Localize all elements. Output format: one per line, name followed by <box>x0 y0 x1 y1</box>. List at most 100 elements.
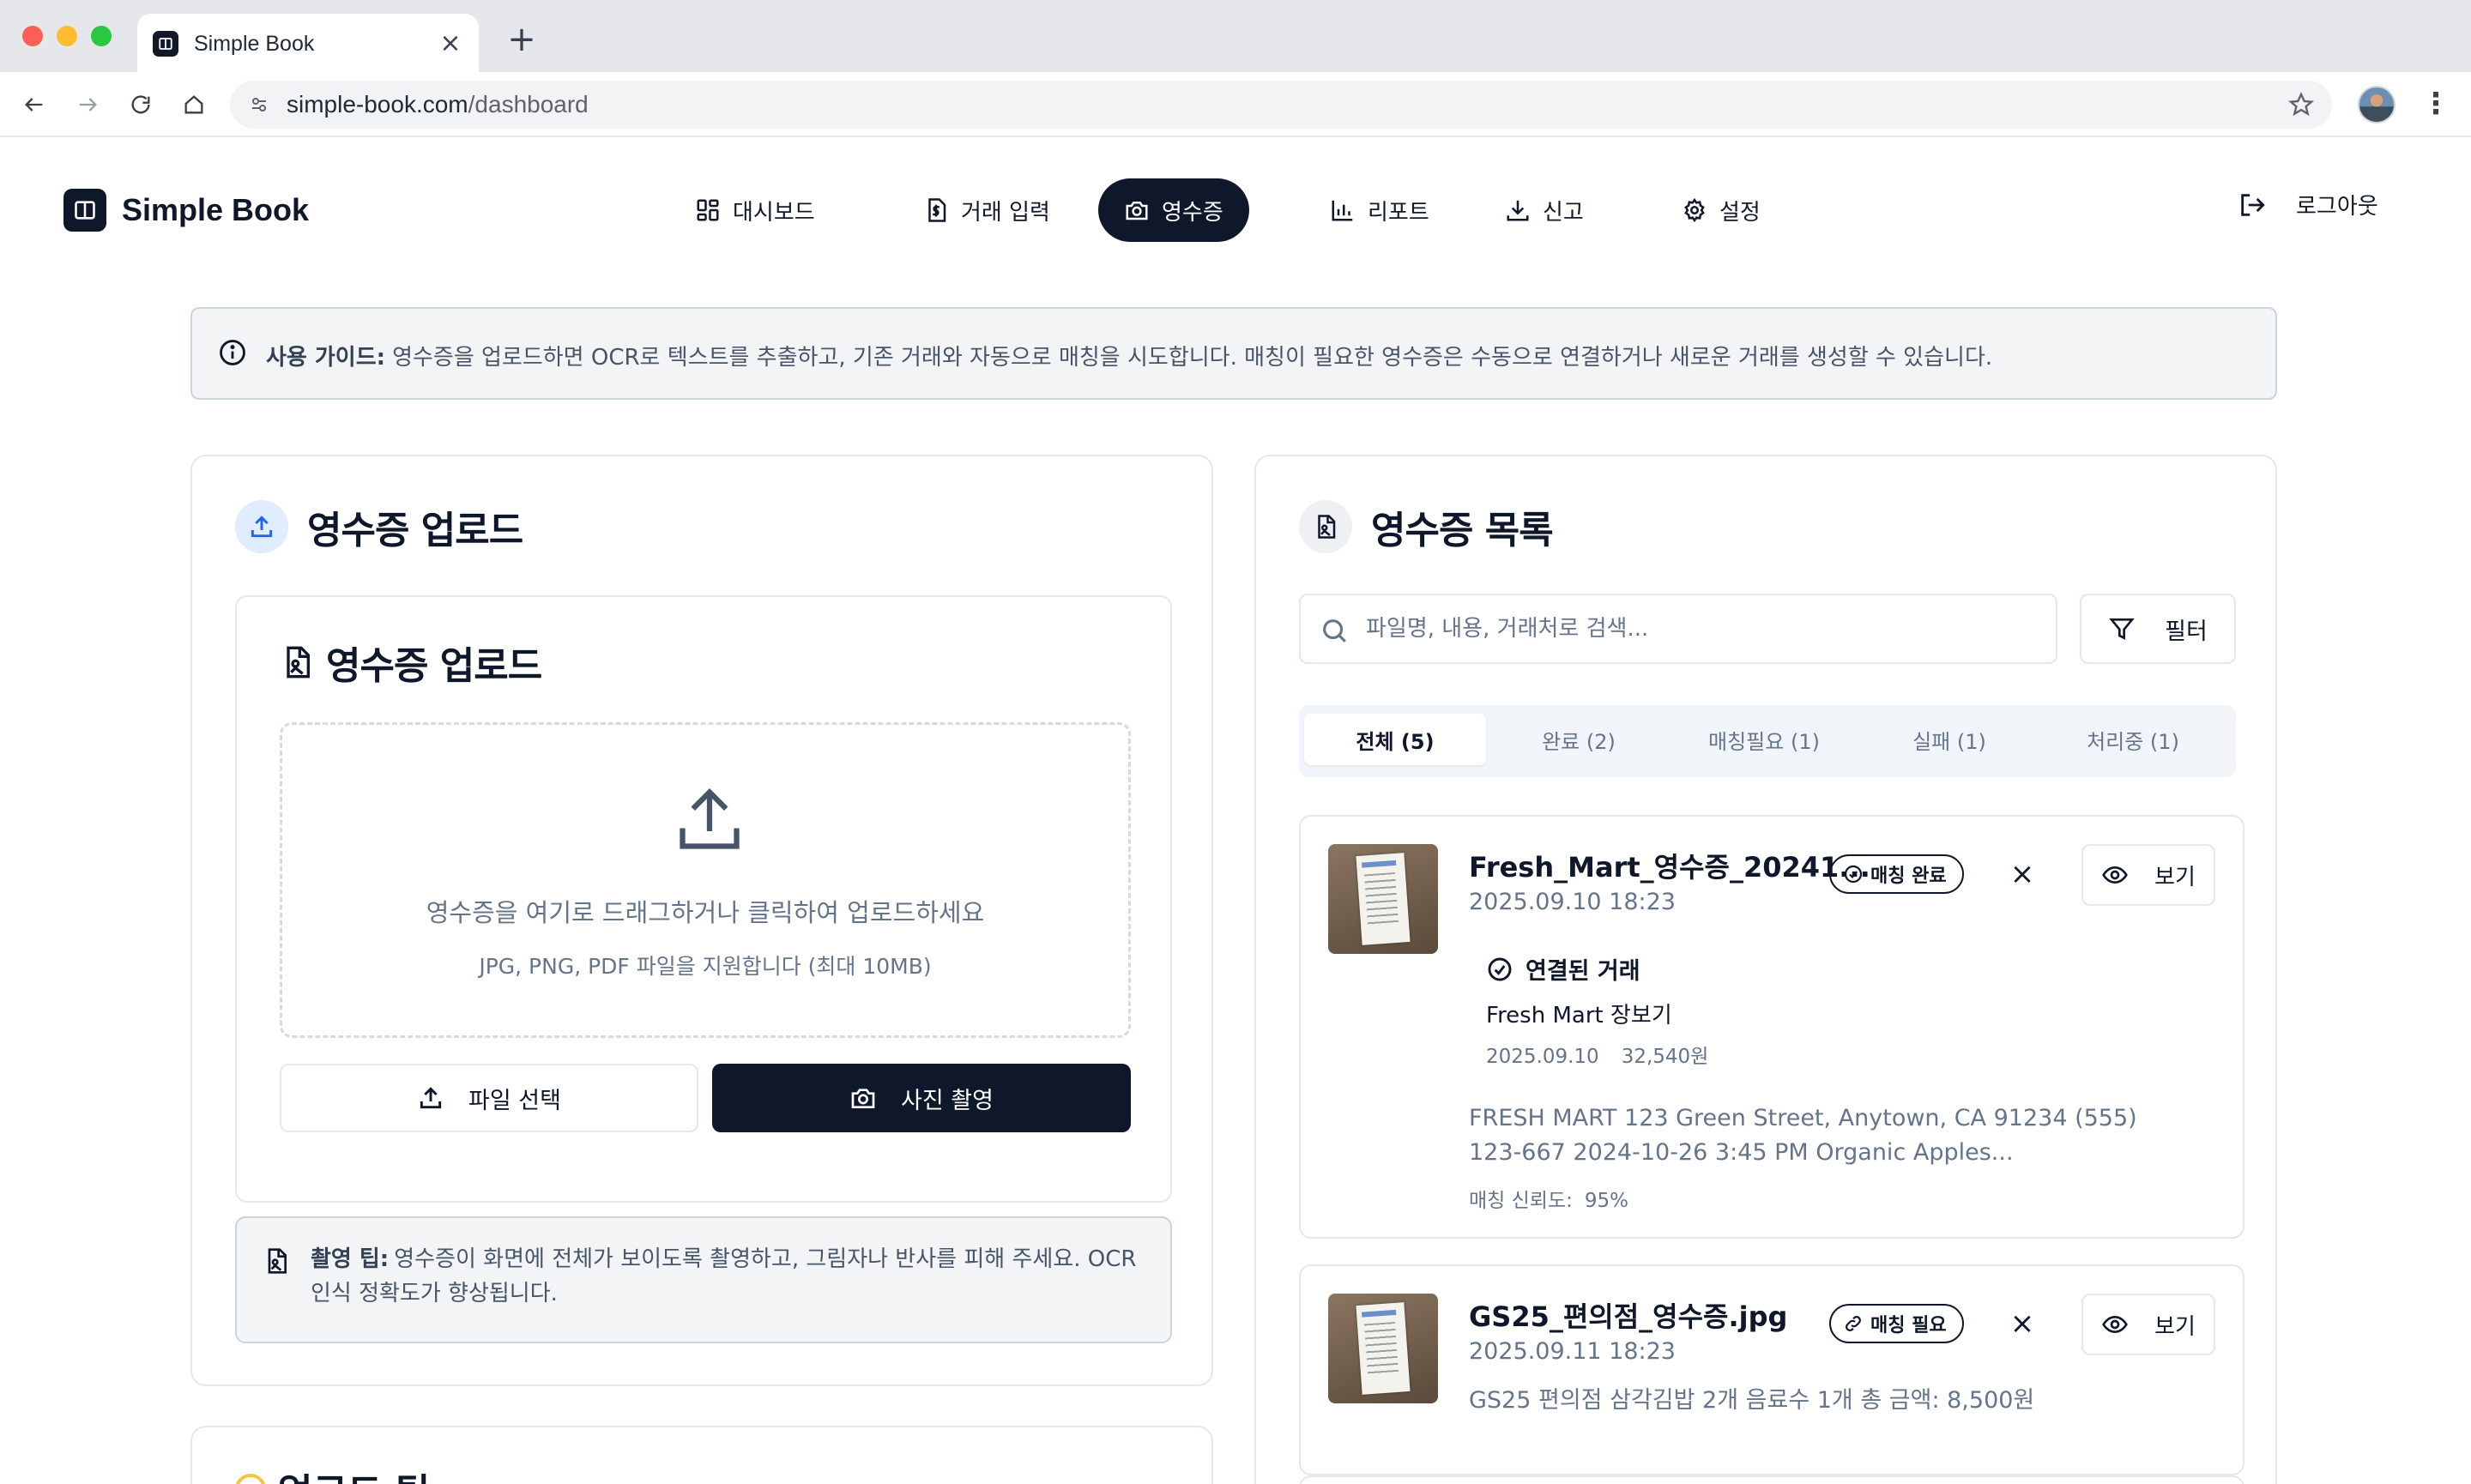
tab-failed[interactable]: 실패 (1) <box>1858 714 2040 765</box>
receipt-upload-card: 영수증 업로드 영수증 업로드 영수증을 여기로 드래그하거나 클릭하여 업로드… <box>190 455 1213 1386</box>
camera-icon <box>851 1089 875 1108</box>
search-icon <box>1323 619 1346 642</box>
photo-tip-body: 영수증이 화면에 전체가 보이도록 촬영하고, 그림자나 반사를 피해 주세요.… <box>311 1246 1137 1306</box>
confidence-value: 95% <box>1584 1190 1628 1212</box>
upload-tips-header: 업로드 팁 <box>235 1462 430 1484</box>
confidence-label: 매칭 신뢰도: <box>1469 1190 1573 1212</box>
url-text: simple-book.com/dashboard <box>287 91 589 118</box>
bar-chart-icon <box>1332 200 1353 221</box>
lightbulb-icon <box>235 1474 266 1484</box>
photo-tip-label: 촬영 팁: <box>311 1246 390 1272</box>
nav-report-label: 리포트 <box>1368 199 1429 226</box>
linked-transaction-meta: 2025.09.10 32,540원 <box>1486 1040 1915 1069</box>
view-button[interactable]: 보기 <box>2081 844 2215 906</box>
upload-panel-header: 영수증 업로드 <box>280 635 542 690</box>
window-maximize-button[interactable] <box>91 26 112 46</box>
logout-button[interactable]: 로그아웃 <box>2238 189 2378 220</box>
home-icon[interactable] <box>178 89 209 120</box>
address-bar[interactable]: simple-book.com/dashboard <box>230 81 2332 129</box>
forward-arrow-icon[interactable] <box>72 89 103 120</box>
receipt-item[interactable] <box>1299 1475 2244 1484</box>
photo-tip-text: 촬영 팁: 영수증이 화면에 전체가 보이도록 촬영하고, 그림자나 반사를 피해… <box>311 1242 1151 1311</box>
status-badge-label: 매칭 필요 <box>1870 1315 1947 1336</box>
nav-dashboard-label: 대시보드 <box>733 199 815 226</box>
nav-transaction-label: 거래 입력 <box>961 199 1050 226</box>
upload-arrow-icon <box>680 788 740 849</box>
download-icon <box>1507 200 1529 221</box>
site-info-icon[interactable] <box>249 94 269 115</box>
logout-icon <box>2241 193 2265 216</box>
nav-settings[interactable]: 설정 <box>1656 178 1786 242</box>
nav-receipts-label: 영수증 <box>1162 199 1223 226</box>
profile-avatar[interactable] <box>2358 86 2395 124</box>
search-input[interactable] <box>1366 609 2035 648</box>
info-icon <box>220 340 245 365</box>
receipt-item[interactable]: Fresh_Mart_영수증_20241... 2025.09.10 18:23… <box>1299 815 2244 1239</box>
match-confidence: 매칭 신뢰도: 95% <box>1469 1184 1628 1213</box>
browser-menu-icon[interactable]: ⋮ <box>2421 89 2450 120</box>
nav-filing[interactable]: 신고 <box>1479 178 1610 242</box>
linked-transaction-amount: 32,540원 <box>1621 1046 1709 1068</box>
bookmark-star-icon[interactable] <box>2287 91 2315 118</box>
status-badge: 매칭 완료 <box>1829 854 1964 894</box>
app-header: Simple Book 대시보드 거래 입력 영수증 리포트 신고 설정 로그아… <box>0 137 2471 283</box>
view-button[interactable]: 보기 <box>2081 1294 2215 1355</box>
receipt-list-title: 영수증 목록 <box>1371 509 1554 552</box>
linked-transaction-title[interactable]: Fresh Mart 장보기 <box>1486 998 1915 1029</box>
window-minimize-button[interactable] <box>57 26 77 46</box>
receipt-thumbnail[interactable] <box>1328 1294 1438 1403</box>
receipt-date: 2025.09.11 18:23 <box>1469 1338 1676 1365</box>
usage-guide-banner: 사용 가이드: 영수증을 업로드하면 OCR로 텍스트를 추출하고, 기존 거래와… <box>190 307 2277 400</box>
upload-icon <box>235 500 288 553</box>
tab-title: Simple Book <box>194 32 315 56</box>
new-tab-plus-icon[interactable]: + <box>504 22 539 58</box>
check-circle-icon <box>1844 865 1863 884</box>
receipt-filename: Fresh_Mart_영수증_20241... <box>1469 851 1870 884</box>
upload-tips-title: 업로드 팁 <box>278 1462 430 1484</box>
app-logo[interactable]: Simple Book <box>63 189 309 232</box>
select-file-button[interactable]: 파일 선택 <box>280 1064 698 1132</box>
guide-label: 사용 가이드: <box>266 345 386 371</box>
tab-close-icon[interactable]: × <box>436 29 465 58</box>
view-label: 보기 <box>2154 864 2196 890</box>
logo-text: Simple Book <box>122 192 310 227</box>
reload-icon[interactable] <box>125 89 156 120</box>
image-file-icon <box>268 1248 287 1274</box>
guide-body: 영수증을 업로드하면 OCR로 텍스트를 추출하고, 기존 거래와 자동으로 매… <box>392 345 1993 371</box>
tab-needs-matching[interactable]: 매칭필요 (1) <box>1673 714 1855 765</box>
nav-dashboard[interactable]: 대시보드 <box>669 178 841 242</box>
check-circle-icon <box>1488 957 1512 980</box>
dropzone-hint: JPG, PNG, PDF 파일을 지원합니다 (최대 10MB) <box>479 954 932 979</box>
receipt-list-header: 영수증 목록 <box>1299 499 1554 554</box>
receipt-search-box[interactable] <box>1299 594 2057 664</box>
window-close-button[interactable] <box>22 26 43 46</box>
nav-receipts[interactable]: 영수증 <box>1098 178 1249 242</box>
logout-label: 로그아웃 <box>2296 194 2378 220</box>
ocr-text-preview: FRESH MART 123 Green Street, Anytown, CA… <box>1469 1105 2137 1166</box>
file-dropzone[interactable]: 영수증을 여기로 드래그하거나 클릭하여 업로드하세요 JPG, PNG, PD… <box>280 722 1131 1038</box>
tab-all[interactable]: 전체 (5) <box>1304 714 1486 765</box>
upload-panel-title: 영수증 업로드 <box>326 644 542 688</box>
filter-funnel-icon <box>2109 618 2135 640</box>
take-photo-button[interactable]: 사진 촬영 <box>712 1064 1131 1132</box>
browser-tab[interactable]: Simple Book × <box>137 14 479 72</box>
camera-icon <box>1126 202 1148 220</box>
upload-panel: 영수증 업로드 영수증을 여기로 드래그하거나 클릭하여 업로드하세요 JPG,… <box>235 595 1172 1203</box>
receipt-filename: GS25_편의점_영수증.jpg <box>1469 1300 1788 1333</box>
gear-icon <box>1684 197 1705 223</box>
tab-completed[interactable]: 완료 (2) <box>1488 714 1670 765</box>
receipt-file-icon <box>1299 500 1352 553</box>
nav-transaction-entry[interactable]: 거래 입력 <box>897 178 1076 242</box>
filter-button[interactable]: 필터 <box>2080 594 2236 664</box>
filter-label: 필터 <box>2165 618 2208 645</box>
receipt-thumbnail[interactable] <box>1328 844 1438 954</box>
nav-filing-label: 신고 <box>1543 199 1584 226</box>
delete-close-icon[interactable]: × <box>2008 860 2037 889</box>
receipt-item[interactable]: GS25_편의점_영수증.jpg 2025.09.11 18:23 매칭 필요 … <box>1299 1264 2244 1475</box>
tab-processing[interactable]: 처리중 (1) <box>2042 714 2224 765</box>
back-arrow-icon[interactable] <box>19 89 50 120</box>
delete-close-icon[interactable]: × <box>2008 1309 2037 1338</box>
browser-tabstrip: Simple Book × + <box>0 0 2471 72</box>
nav-report[interactable]: 리포트 <box>1304 178 1455 242</box>
take-photo-label: 사진 촬영 <box>901 1087 994 1114</box>
